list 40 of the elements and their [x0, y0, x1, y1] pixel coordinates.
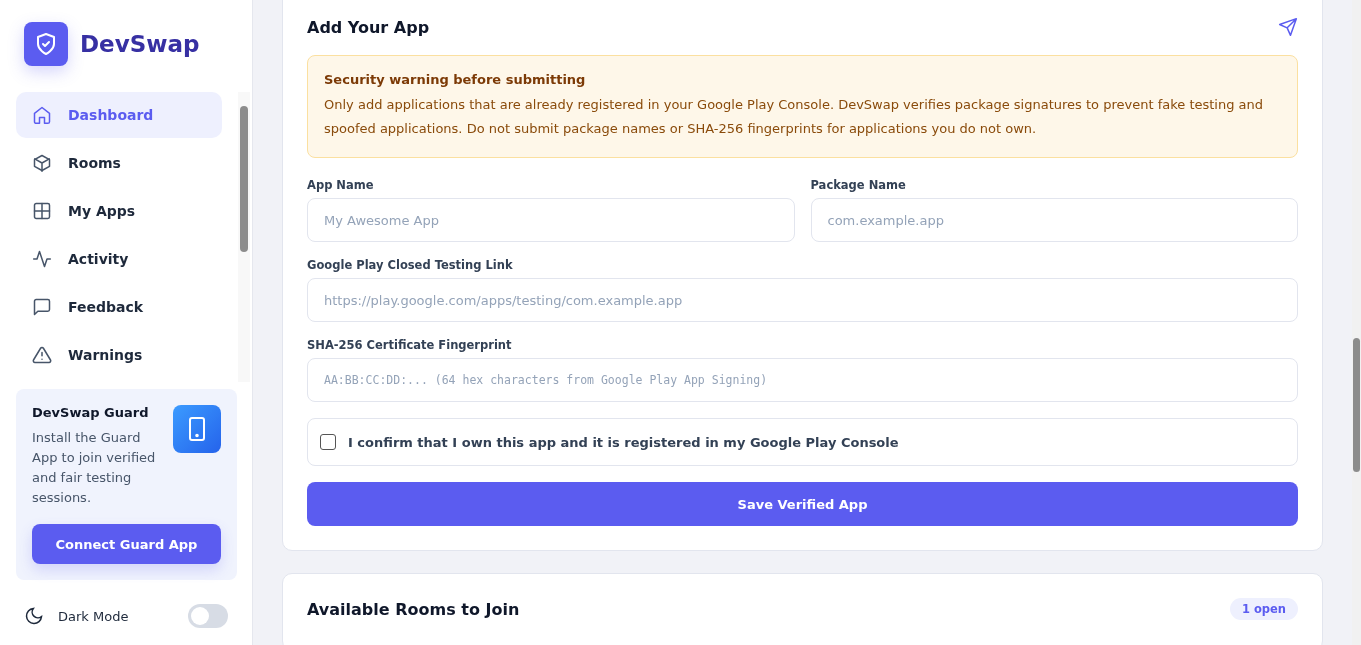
- nav-item[interactable]: Warnings: [16, 332, 222, 378]
- shield-check-icon: [24, 22, 68, 66]
- nav-item[interactable]: Dashboard: [16, 92, 222, 138]
- nav-item[interactable]: Rooms: [16, 140, 222, 186]
- grid-icon: [32, 201, 52, 221]
- save-button[interactable]: Save Verified App: [307, 482, 1298, 526]
- dark-mode-label: Dark Mode: [58, 608, 130, 624]
- dark-mode-toggle[interactable]: [188, 604, 228, 628]
- warning-text: Only add applications that are already registered in your Google Play Console. DevSwap verifies package signatures to prevent fake testing and spoofed applications. Do not submit package names or SHA-256 fingerprints for applications you do not own.: [324, 96, 1265, 138]
- field-label: App Name: [307, 178, 375, 192]
- guard-title: DevSwap Guard: [32, 405, 150, 420]
- field-label: SHA-256 Certificate Fingerprint: [307, 338, 513, 352]
- input-field[interactable]: com.example.app: [810, 198, 1298, 242]
- warning-title: Security warning before submitting: [324, 72, 587, 87]
- connect-guard-button[interactable]: Connect Guard App: [32, 524, 221, 564]
- send-icon[interactable]: [1278, 17, 1298, 37]
- open-count-badge: 1 open: [1229, 598, 1298, 620]
- guard-description: Install the Guard App to join verified and fair testing sessions.: [32, 429, 157, 507]
- house-icon: [32, 105, 52, 125]
- brand-name: DevSwap: [80, 30, 200, 59]
- field-label: Google Play Closed Testing Link: [307, 258, 514, 272]
- nav-item[interactable]: Activity: [16, 236, 222, 282]
- checkbox[interactable]: [320, 434, 336, 450]
- pulse-icon: [32, 249, 52, 269]
- field-label: Package Name: [810, 178, 907, 192]
- nav-item[interactable]: Feedback: [16, 284, 222, 330]
- speech-bubble-icon: [32, 297, 52, 317]
- confirm-label: I confirm that I own this app and it is registered in my Google Play Console: [348, 434, 899, 450]
- input-field[interactable]: My Awesome App: [307, 198, 795, 242]
- scrollbar[interactable]: [1352, 0, 1361, 645]
- form-title: Add Your App: [307, 17, 430, 37]
- phone-icon: [173, 405, 221, 453]
- input-field[interactable]: https://play.google.com/apps/testing/com.example.app: [307, 278, 1298, 322]
- input-field[interactable]: AA:BB:CC:DD:... (64 hex characters from Google Play App Signing): [307, 358, 1298, 402]
- rooms-title: Available Rooms to Join: [307, 599, 520, 619]
- warning-icon: [32, 345, 52, 365]
- moon-icon: [24, 606, 44, 626]
- nav-item[interactable]: My Apps: [16, 188, 222, 234]
- cube-icon: [32, 153, 52, 173]
- scrollbar[interactable]: [238, 92, 250, 382]
